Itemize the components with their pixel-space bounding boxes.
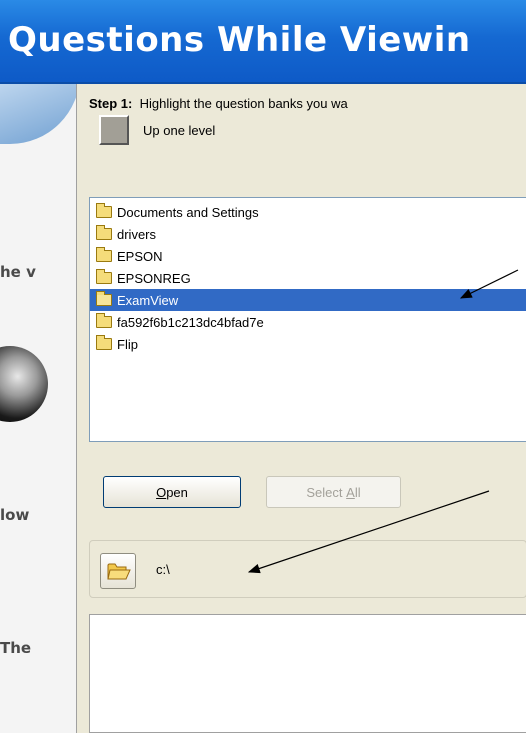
annotation-arrows bbox=[247, 269, 519, 574]
annotation-arrow bbox=[459, 269, 519, 299]
annotation-arrow bbox=[247, 490, 490, 574]
